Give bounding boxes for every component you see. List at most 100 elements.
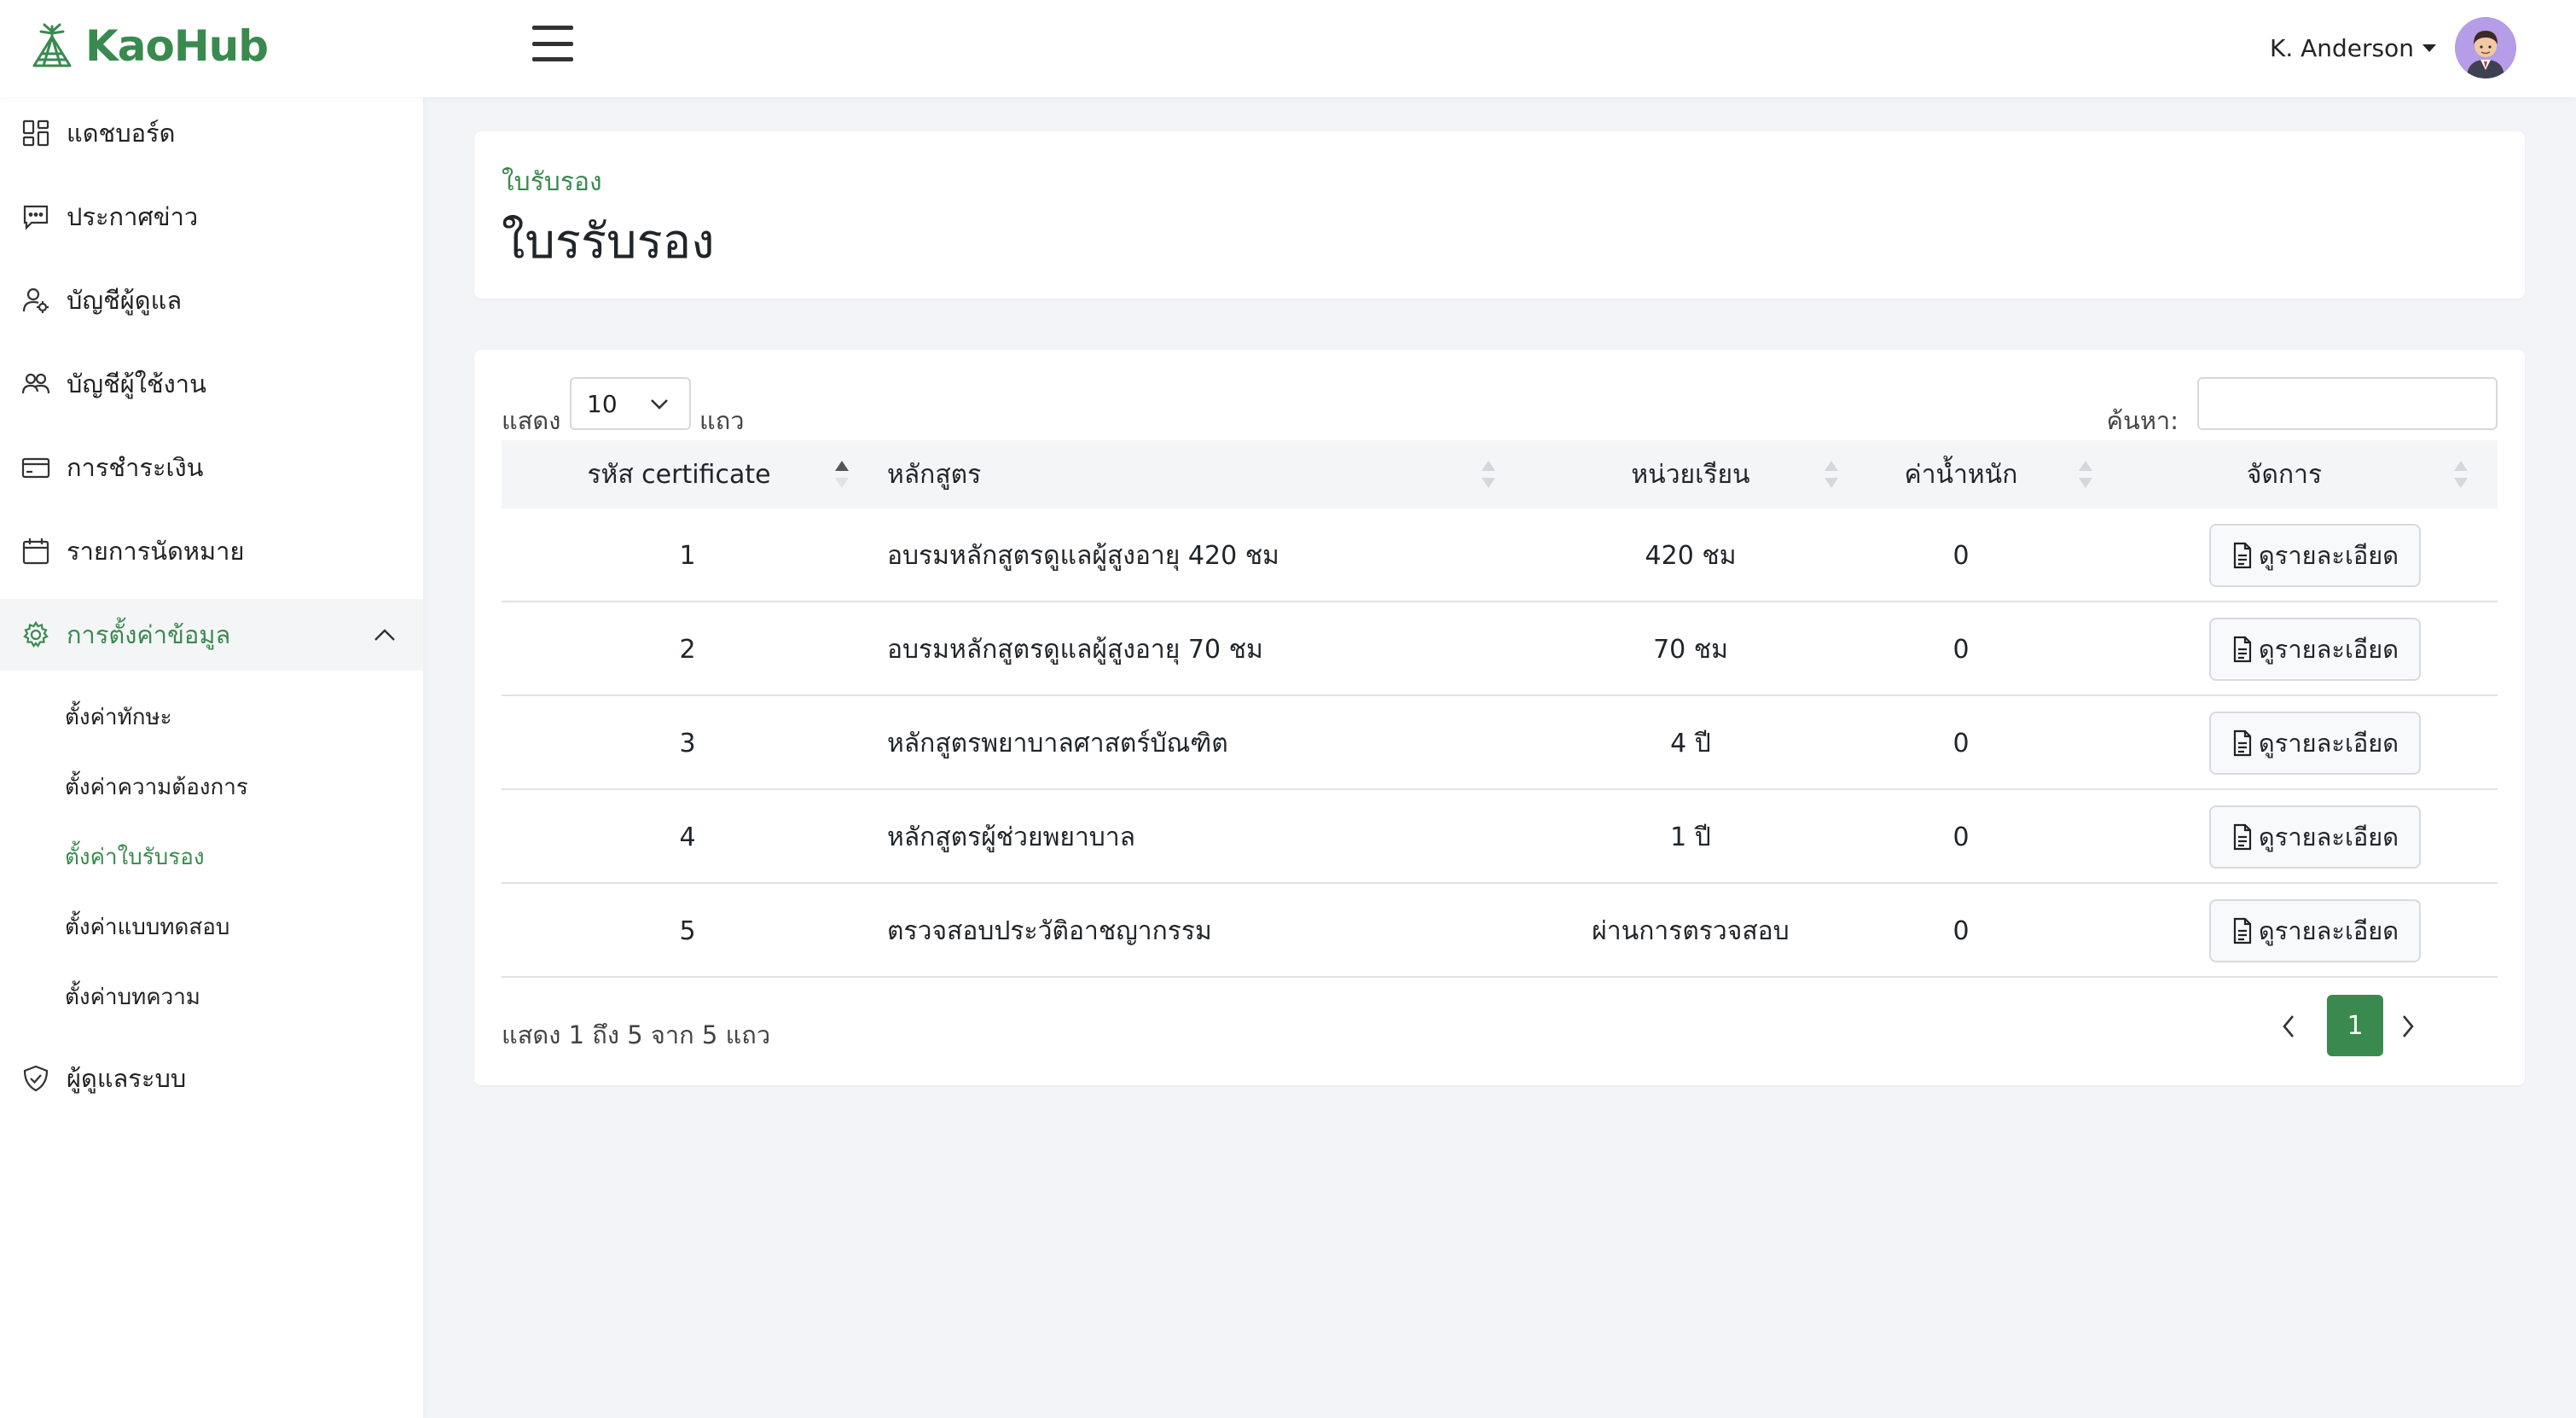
sidebar-item-appointments[interactable]: รายการนัดหมาย <box>0 515 423 587</box>
hamburger-icon <box>532 26 573 30</box>
menu-toggle-button[interactable] <box>529 22 577 65</box>
gear-icon <box>20 619 51 650</box>
table-header: รหัส certificate หลักสูตร หน่วยเรียน ค่า… <box>502 440 2498 509</box>
cell-weight: 0 <box>1952 728 1970 758</box>
shield-icon <box>20 1063 51 1094</box>
chevron-left-icon <box>2283 1015 2294 1037</box>
cell-weight: 0 <box>1952 634 1970 665</box>
page-title: ใบรรับรอง <box>502 214 715 270</box>
document-icon <box>2233 823 2252 851</box>
view-details-label: ดูรายละเอียด <box>2258 729 2399 758</box>
cell-unit: 420 ชม <box>1645 540 1737 571</box>
cell-weight: 0 <box>1952 915 1970 946</box>
document-icon <box>2233 636 2252 663</box>
sidebar-subitem-needs[interactable]: ตั้งค่าความต้องการ <box>65 770 248 805</box>
users-icon <box>20 369 51 399</box>
view-details-button[interactable]: ดูรายละเอียด <box>2209 524 2421 587</box>
chevron-up-icon <box>374 629 395 641</box>
top-bar: KaoHub K. Anderson <box>0 0 2576 97</box>
sidebar-subitem-tests[interactable]: ตั้งค่าแบบทดสอบ <box>65 909 229 944</box>
credit-card-icon <box>20 452 51 483</box>
cell-weight: 0 <box>1952 822 1970 852</box>
chevron-down-icon <box>651 399 668 410</box>
sidebar-subitem-articles[interactable]: ตั้งค่าบทความ <box>65 979 200 1014</box>
table-row: 1 อบรมหลักสูตรดูแลผู้สูงอายุ 420 ชม 420 … <box>502 509 2498 602</box>
sidebar-subitem-skills[interactable]: ตั้งค่าทักษะ <box>65 700 172 735</box>
sidebar-item-users[interactable]: บัญชีผู้ใช้งาน <box>0 348 423 420</box>
cell-course: อบรมหลักสูตรดูแลผู้สูงอายุ 70 ชม <box>887 634 1263 665</box>
sidebar-item-admins[interactable]: บัญชีผู้ดูแล <box>0 264 423 336</box>
sidebar-item-label: บัญชีผู้ใช้งาน <box>67 369 206 398</box>
document-icon <box>2233 917 2252 944</box>
user-name: K. Anderson <box>2269 33 2414 62</box>
cell-id: 1 <box>679 540 696 571</box>
table-row: 5 ตรวจสอบประวัติอาชญากรรม ผ่านการตรวจสอบ… <box>502 884 2498 978</box>
view-details-button[interactable]: ดูรายละเอียด <box>2209 899 2421 962</box>
breadcrumb[interactable]: ใบรับรอง <box>502 162 602 202</box>
chat-icon <box>20 201 51 232</box>
cell-unit: 70 ชม <box>1653 634 1728 665</box>
previous-page-button[interactable] <box>2267 997 2310 1056</box>
page-length-value: 10 <box>587 389 618 418</box>
column-header-label: รหัส certificate <box>587 459 771 490</box>
view-details-label: ดูรายละเอียด <box>2258 822 2399 851</box>
column-header-label: ค่าน้ำหนัก <box>1904 459 2018 490</box>
column-header-label: หน่วยเรียน <box>1631 459 1750 490</box>
sidebar-item-label: แดชบอร์ด <box>67 119 176 148</box>
cell-unit: 1 ปี <box>1670 822 1711 852</box>
app-name: KaoHub <box>85 21 269 71</box>
table-row: 2 อบรมหลักสูตรดูแลผู้สูงอายุ 70 ชม 70 ชม… <box>502 602 2498 696</box>
page-length-select[interactable]: 10 <box>570 377 691 430</box>
logo-icon <box>32 23 72 67</box>
user-gear-icon <box>20 285 51 316</box>
view-details-label: ดูรายละเอียด <box>2258 916 2399 945</box>
sidebar-item-news[interactable]: ประกาศข่าว <box>0 181 423 253</box>
sidebar-item-label: ประกาศข่าว <box>67 202 199 231</box>
logo[interactable]: KaoHub <box>29 19 269 73</box>
calendar-icon <box>20 536 51 567</box>
column-header-id[interactable]: รหัส certificate <box>502 440 856 509</box>
cell-id: 4 <box>679 822 696 852</box>
column-header-course[interactable]: หลักสูตร <box>887 440 1314 509</box>
cell-course: อบรมหลักสูตรดูแลผู้สูงอายุ 420 ชม <box>887 540 1279 571</box>
page-header-card: ใบรับรอง ใบรรับรอง <box>474 131 2525 299</box>
cell-course: ตรวจสอบประวัติอาชญากรรม <box>887 915 1212 946</box>
sidebar-item-data-settings[interactable]: การตั้งค่าข้อมูล <box>0 599 423 671</box>
sidebar-item-payments[interactable]: การชำระเงิน <box>0 432 423 503</box>
chevron-right-icon <box>2403 1015 2414 1037</box>
sidebar-item-label: ผู้ดูแลระบบ <box>67 1064 187 1093</box>
column-header-weight[interactable]: ค่าน้ำหนัก <box>1863 440 2059 509</box>
sidebar-item-label: การชำระเงิน <box>67 453 204 482</box>
sidebar-item-system-admin[interactable]: ผู้ดูแลระบบ <box>0 1043 423 1114</box>
rows-label: แถว <box>699 406 745 435</box>
sidebar-item-dashboard[interactable]: แดชบอร์ด <box>0 97 423 169</box>
column-header-label: จัดการ <box>2246 459 2323 490</box>
sidebar-item-label: การตั้งค่าข้อมูล <box>67 620 231 649</box>
cell-unit: ผ่านการตรวจสอบ <box>1592 915 1790 946</box>
column-header-unit[interactable]: หน่วยเรียน <box>1520 440 1861 509</box>
column-header-actions[interactable]: จัดการ <box>2102 440 2467 509</box>
sidebar-subitem-certificates[interactable]: ตั้งค่าใบรับรอง <box>65 840 205 875</box>
next-page-button[interactable] <box>2387 997 2429 1056</box>
sidebar-item-label: บัญชีผู้ดูแล <box>67 286 183 315</box>
sort-asc-icon <box>835 461 849 488</box>
table-row: 4 หลักสูตรผู้ช่วยพยาบาล 1 ปี 0 ดูรายละเอ… <box>502 790 2498 884</box>
cell-course: หลักสูตรผู้ช่วยพยาบาล <box>887 822 1136 852</box>
show-label: แสดง <box>502 406 561 435</box>
hamburger-icon <box>532 57 573 61</box>
view-details-button[interactable]: ดูรายละเอียด <box>2209 712 2421 775</box>
sidebar-item-label: รายการนัดหมาย <box>67 537 245 566</box>
sort-icon <box>2079 461 2092 488</box>
search-input[interactable] <box>2197 377 2498 430</box>
document-icon <box>2233 729 2252 757</box>
cell-id: 3 <box>679 728 696 758</box>
search-label: ค้นหา: <box>2106 406 2179 435</box>
user-menu[interactable]: K. Anderson <box>2270 14 2516 82</box>
view-details-button[interactable]: ดูรายละเอียด <box>2209 618 2421 681</box>
table-row: 3 หลักสูตรพยาบาลศาสตร์บัณฑิต 4 ปี 0 ดูรา… <box>502 696 2498 790</box>
view-details-button[interactable]: ดูรายละเอียด <box>2209 805 2421 869</box>
caret-down-icon <box>2422 44 2436 52</box>
avatar[interactable] <box>2455 17 2516 78</box>
certificate-table-card: แสดง 10 แถว ค้นหา: รหัส certificate หลัก… <box>474 350 2525 1085</box>
page-button-current[interactable]: 1 <box>2327 995 2383 1056</box>
